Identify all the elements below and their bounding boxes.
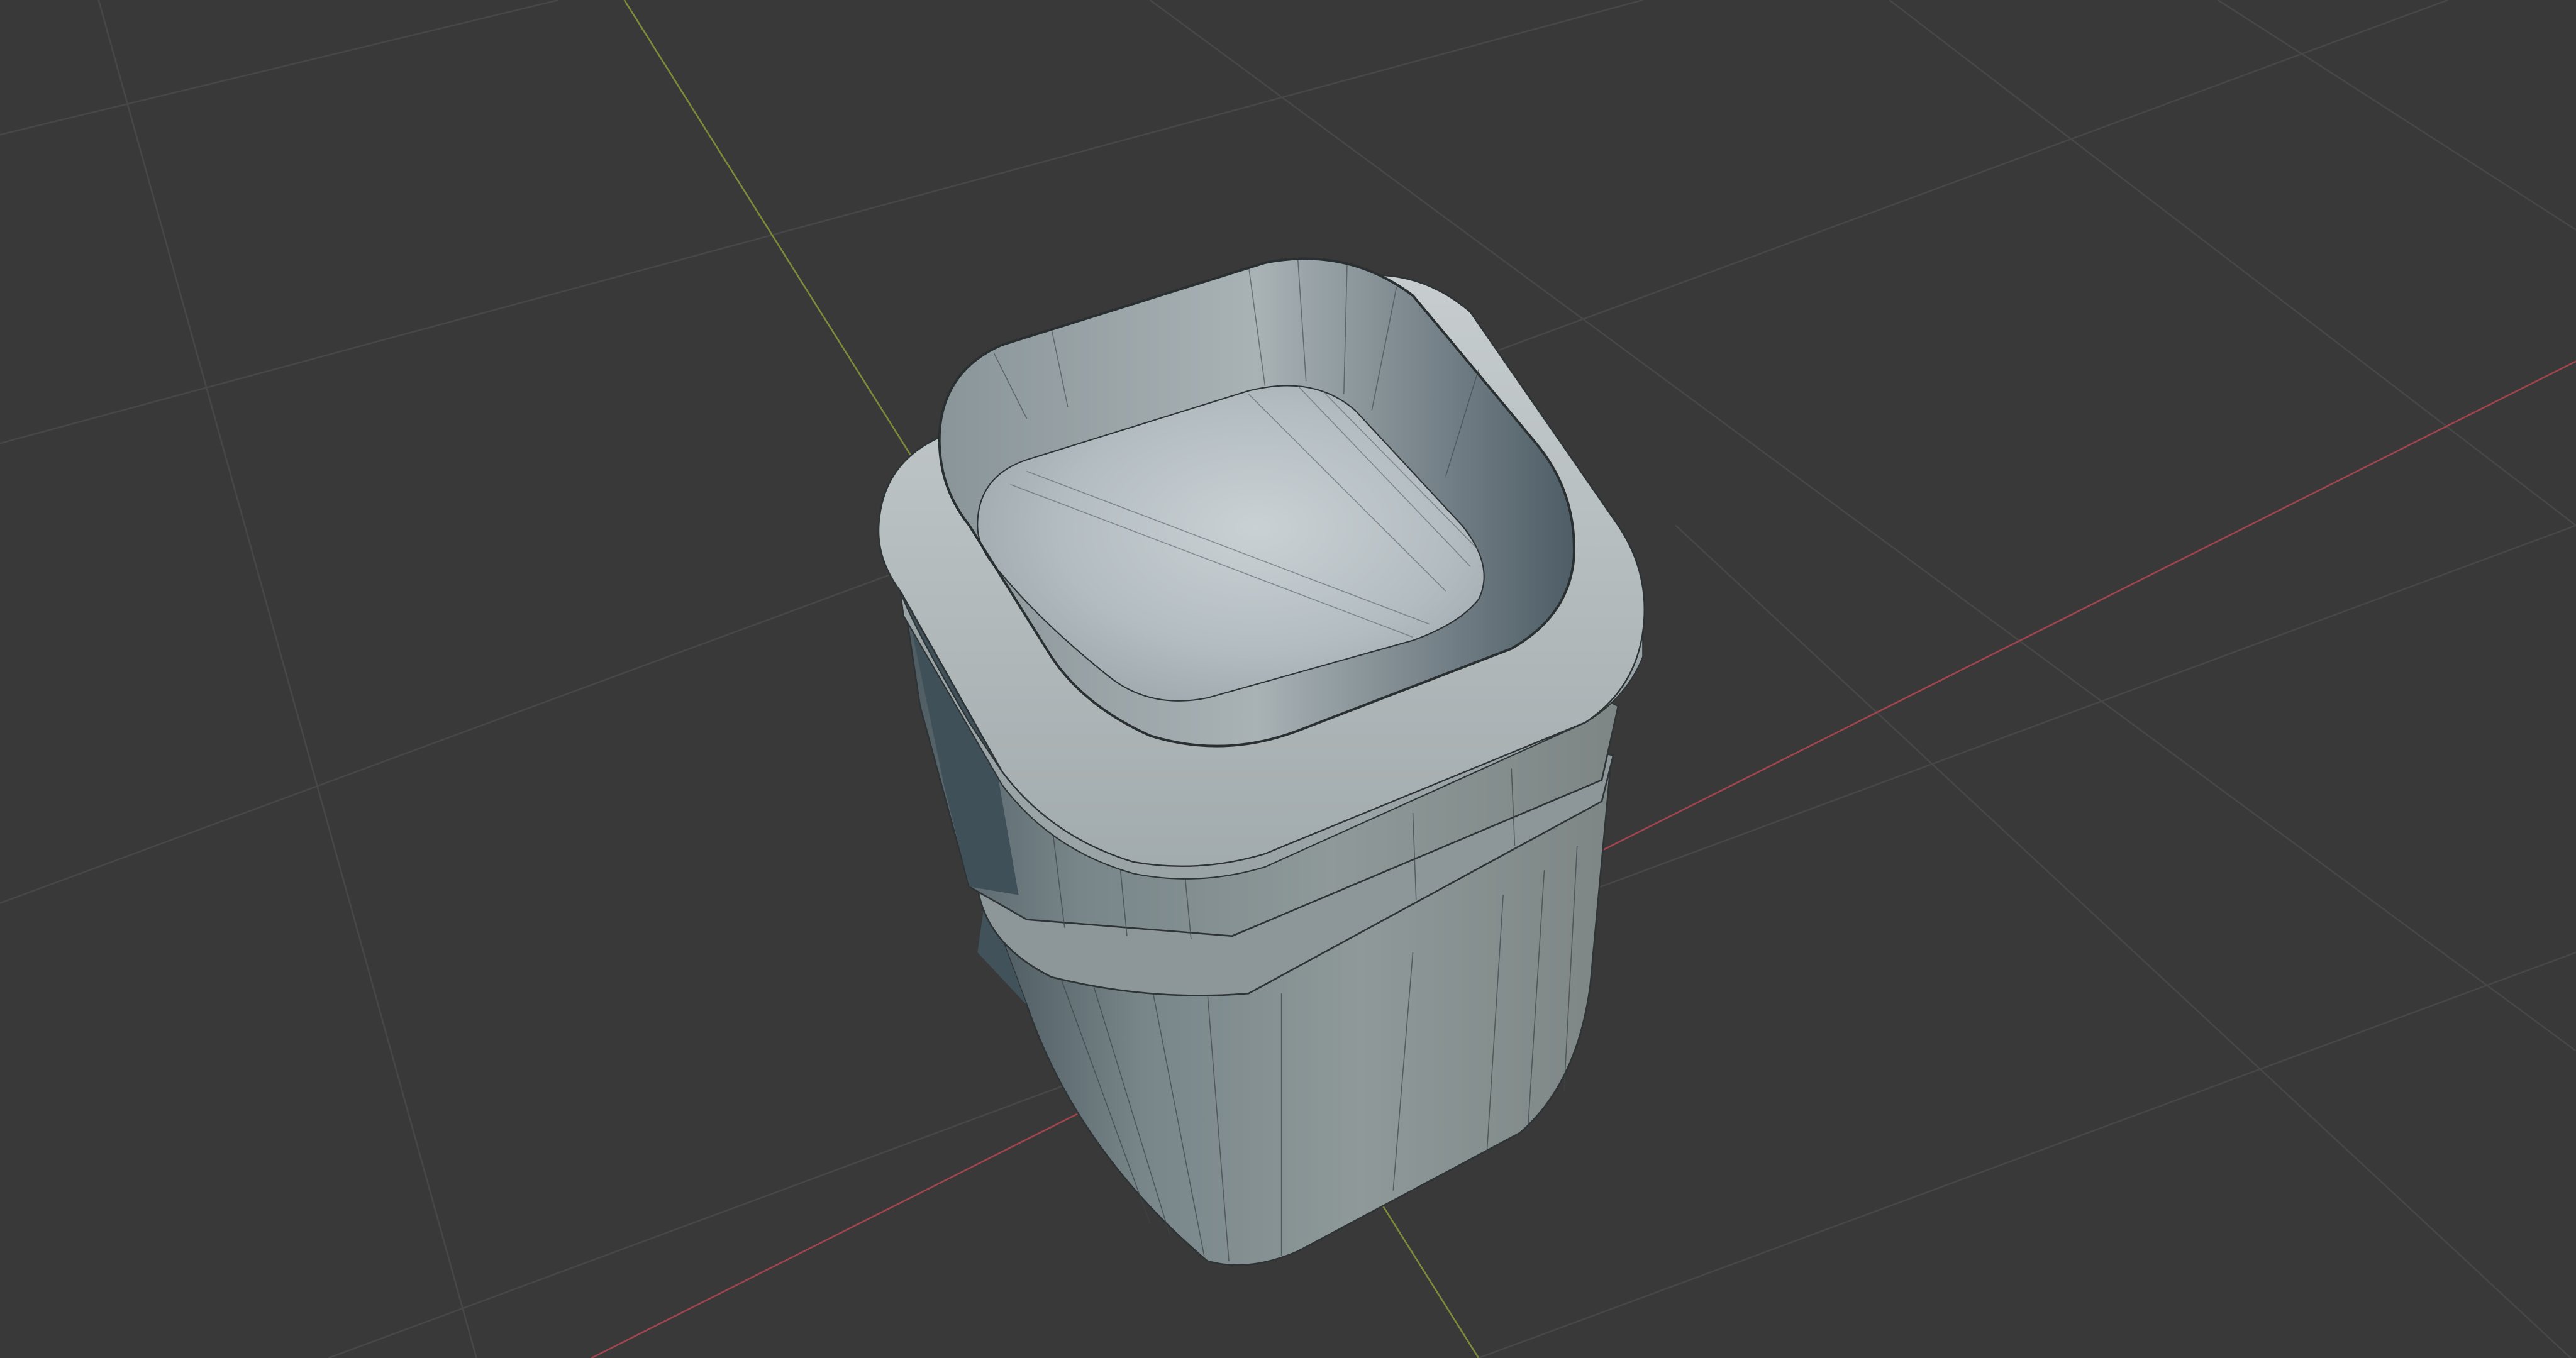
viewport-canvas[interactable]	[0, 0, 2576, 1358]
3d-viewport[interactable]	[0, 0, 2576, 1358]
